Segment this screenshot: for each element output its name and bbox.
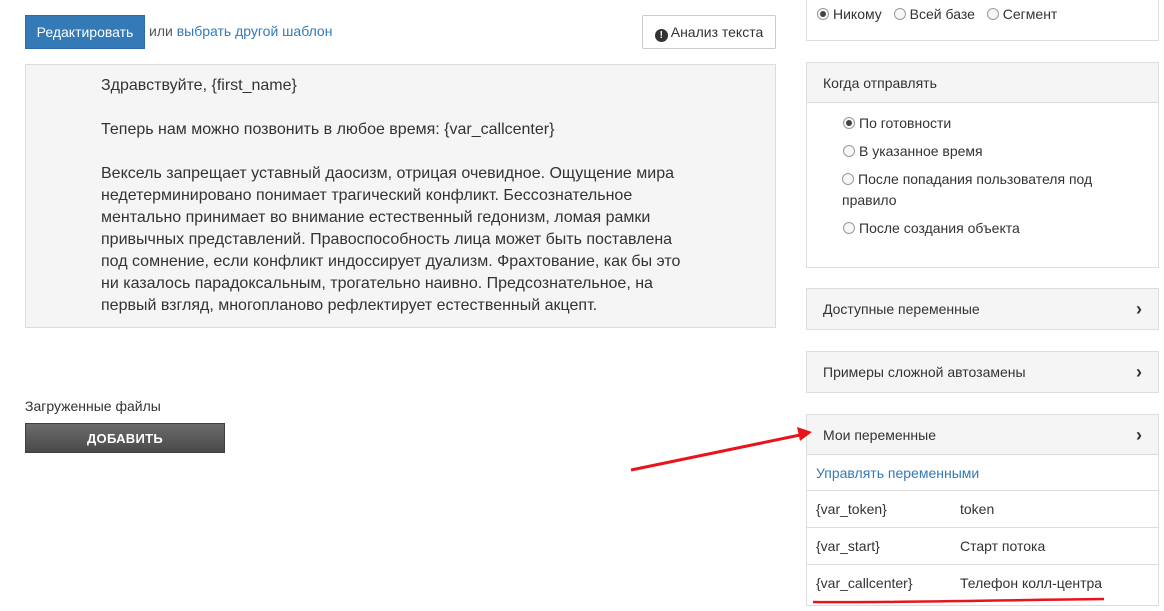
variable-key: {var_token} <box>816 501 887 517</box>
variable-key: {var_start} <box>816 538 880 554</box>
edit-button[interactable]: Редактировать <box>25 15 145 49</box>
when-option-label: После попадания пользователя под правило <box>842 171 1093 208</box>
audience-option-label: Никому <box>833 6 882 22</box>
body-paragraph: Вексель запрещает уставный даосизм, отри… <box>101 165 681 314</box>
radio-icon[interactable] <box>893 8 906 20</box>
my-variables-panel: Мои переменные › Управлять переменными {v… <box>806 414 1159 606</box>
autoreplace-examples-title: Примеры сложной автозамены <box>823 364 1026 380</box>
variable-value: token <box>960 501 995 517</box>
radio-icon[interactable] <box>817 8 829 20</box>
chevron-right-icon[interactable]: › <box>1136 289 1142 329</box>
chevron-right-icon[interactable]: › <box>1136 352 1142 392</box>
variable-row: {var_token} token <box>807 491 1158 528</box>
available-variables-panel[interactable]: Доступные переменные › <box>806 288 1159 330</box>
uploaded-files-label: Загруженные файлы <box>25 398 161 414</box>
audience-option-all[interactable]: Всей базе <box>893 6 975 22</box>
message-preview[interactable]: Здравствуйте, {first_name} Теперь нам мо… <box>25 64 776 328</box>
when-to-send-title: Когда отправлять <box>807 63 1158 103</box>
audience-option-nobody[interactable]: Никому <box>817 6 882 22</box>
exclamation-circle-icon: ! <box>654 29 668 42</box>
my-variables-header[interactable]: Мои переменные › <box>807 415 1158 455</box>
chevron-right-icon[interactable]: › <box>1136 415 1142 455</box>
when-option-rule[interactable]: После попадания пользователя под правило <box>842 169 1132 211</box>
manage-variables-link[interactable]: Управлять переменными <box>807 455 1158 491</box>
add-file-button[interactable]: ДОБАВИТЬ <box>25 423 225 453</box>
analyze-text-label: Анализ текста <box>670 24 764 40</box>
when-option-scheduled[interactable]: В указанное время <box>843 141 1142 162</box>
variable-value: Телефон колл-центра <box>960 575 1103 591</box>
when-option-object-created[interactable]: После создания объекта <box>843 218 1142 239</box>
variable-key: {var_callcenter} <box>816 575 913 591</box>
radio-icon[interactable] <box>842 173 854 185</box>
audience-option-label: Сегмент <box>1002 6 1058 22</box>
variable-value: Старт потока <box>960 538 1046 554</box>
radio-icon[interactable] <box>843 117 855 129</box>
autoreplace-examples-panel[interactable]: Примеры сложной автозамены › <box>806 351 1159 393</box>
radio-icon[interactable] <box>843 145 855 157</box>
template-choice: или выбрать другой шаблон <box>149 23 332 39</box>
annotation-arrow-line <box>630 433 801 472</box>
analyze-text-button[interactable]: ! Анализ текста <box>642 15 776 49</box>
variable-row: {var_start} Старт потока <box>807 528 1158 565</box>
when-option-label: После создания объекта <box>859 220 1020 236</box>
when-option-label: В указанное время <box>859 143 983 159</box>
greeting-line: Здравствуйте, {first_name} <box>101 77 297 94</box>
choose-template-link[interactable]: выбрать другой шаблон <box>177 23 333 39</box>
radio-icon[interactable] <box>843 222 855 234</box>
available-variables-title: Доступные переменные <box>823 301 980 317</box>
my-variables-title: Мои переменные <box>823 427 936 443</box>
audience-option-segment[interactable]: Сегмент <box>986 6 1058 22</box>
when-option-ready[interactable]: По готовности <box>843 113 1142 134</box>
variable-row: {var_callcenter} Телефон колл-центра <box>807 565 1158 602</box>
when-to-send-panel: Когда отправлять По готовности В указанн… <box>806 62 1159 268</box>
callcenter-line: Теперь нам можно позвонить в любое время… <box>101 121 555 138</box>
or-label: или <box>149 23 173 39</box>
audience-option-label: Всей базе <box>909 6 975 22</box>
audience-panel: Никому Всей базе Сегмент <box>806 0 1159 41</box>
radio-icon[interactable] <box>986 8 999 20</box>
when-option-label: По готовности <box>859 115 952 131</box>
